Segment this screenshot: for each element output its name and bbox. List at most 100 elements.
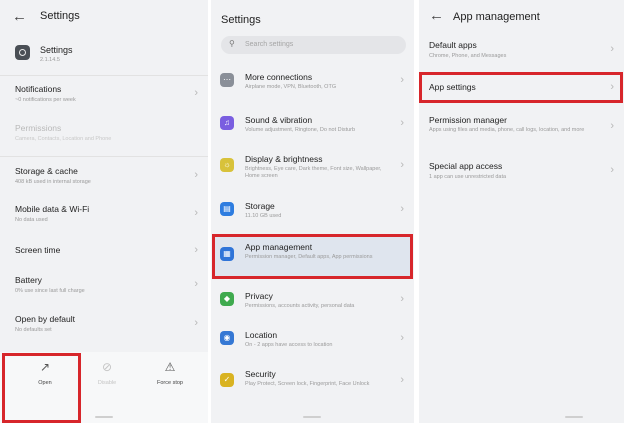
settings-item-security[interactable]: ✓ Security Play Protect, Screen lock, Fi…	[211, 367, 414, 407]
item-label: Location	[245, 330, 278, 340]
chevron-right-icon: ›	[194, 317, 198, 329]
divider	[0, 156, 208, 157]
highlight-open-button	[2, 353, 81, 423]
page-title: Settings	[221, 14, 261, 26]
home-indicator	[303, 416, 321, 418]
page-title: Settings	[40, 10, 80, 22]
item-label: Display & brightness	[245, 154, 323, 164]
divider	[0, 75, 208, 76]
chevron-right-icon: ›	[194, 87, 198, 99]
permission-manager-row[interactable]: Permission manager Apps using files and …	[419, 115, 624, 145]
item-subtitle: 11.10 GB used	[245, 213, 282, 219]
open-by-default-row[interactable]: Open by default No defaults set ›	[0, 314, 208, 346]
row-label: Storage & cache	[15, 166, 78, 176]
item-label: Sound & vibration	[245, 115, 313, 125]
disable-button: ⊘ Disable	[77, 360, 137, 386]
app-info-header: ← Settings	[0, 0, 208, 34]
item-label: Security	[245, 369, 276, 379]
screen-time-row[interactable]: Screen time ›	[0, 243, 208, 267]
row-subtitle: No defaults set	[15, 327, 52, 333]
row-label: Permission manager	[429, 115, 507, 125]
settings-item-storage[interactable]: ▤ Storage 11.10 GB used ›	[211, 199, 414, 233]
search-input[interactable]: ⚲ Search settings	[221, 36, 406, 54]
disable-icon: ⊘	[101, 360, 113, 374]
home-indicator	[565, 416, 583, 418]
settings-panel: Settings ⚲ Search settings ⋯ More connec…	[211, 0, 414, 423]
item-label: Privacy	[245, 291, 273, 301]
chevron-right-icon: ›	[610, 164, 614, 176]
settings-item-location[interactable]: ◉ Location On - 2 apps have access to lo…	[211, 328, 414, 362]
notifications-row[interactable]: Notifications ~0 notifications per week …	[0, 84, 208, 116]
back-arrow-icon[interactable]: ←	[12, 8, 27, 25]
settings-item-sound[interactable]: ♫ Sound & vibration Volume adjustment, R…	[211, 113, 414, 147]
item-subtitle: Play Protect, Screen lock, Fingerprint, …	[245, 381, 370, 387]
search-icon: ⚲	[229, 39, 235, 48]
app-info-panel: ← Settings Settings 2.1.14.5 Notificatio…	[0, 0, 208, 423]
settings-app-icon	[15, 45, 30, 60]
chevron-right-icon: ›	[400, 203, 404, 215]
row-label: Screen time	[15, 245, 61, 255]
item-label: Storage	[245, 201, 275, 211]
chevron-right-icon: ›	[194, 278, 198, 290]
disable-label: Disable	[97, 380, 117, 386]
chevron-right-icon: ›	[400, 117, 404, 129]
row-label: Mobile data & Wi-Fi	[15, 204, 90, 214]
default-apps-row[interactable]: Default apps Chrome, Phone, and Messages…	[419, 40, 624, 66]
item-label: More connections	[245, 72, 313, 82]
item-subtitle: Volume adjustment, Ringtone, Do not Dist…	[245, 127, 356, 133]
storage-cache-row[interactable]: Storage & cache 408 kB used in internal …	[0, 166, 208, 198]
row-subtitle: 408 kB used in internal storage	[15, 179, 91, 185]
row-label: Battery	[15, 275, 42, 285]
highlight-app-management	[212, 234, 413, 279]
force-stop-label: Force stop	[157, 380, 183, 386]
row-subtitle: No data used	[15, 217, 48, 223]
app-version: 2.1.14.5	[40, 57, 60, 63]
row-subtitle: Camera, Contacts, Location and Phone	[15, 136, 112, 142]
item-subtitle: Airplane mode, VPN, Bluetooth, OTG	[245, 84, 337, 90]
app-name: Settings	[40, 45, 73, 55]
item-subtitle: On - 2 apps have access to location	[245, 342, 333, 348]
privacy-icon: ◆	[220, 292, 234, 306]
battery-row[interactable]: Battery 0% use since last full charge ›	[0, 275, 208, 307]
chevron-right-icon: ›	[610, 120, 614, 132]
settings-item-display[interactable]: ☼ Display & brightness Brightness, Eye c…	[211, 152, 414, 192]
chevron-right-icon: ›	[400, 332, 404, 344]
row-subtitle: 0% use since last full charge	[15, 288, 85, 294]
row-subtitle: Chrome, Phone, and Messages	[429, 53, 507, 59]
settings-item-privacy[interactable]: ◆ Privacy Permissions, accounts activity…	[211, 289, 414, 323]
force-stop-button[interactable]: ⚠ Force stop	[140, 360, 200, 386]
row-label: Special app access	[429, 161, 503, 171]
chevron-right-icon: ›	[194, 207, 198, 219]
row-label: Permissions	[15, 123, 62, 133]
row-subtitle: ~0 notifications per week	[15, 97, 76, 103]
permissions-row: Permissions Camera, Contacts, Location a…	[0, 123, 208, 155]
back-arrow-icon[interactable]: ←	[429, 7, 444, 24]
chevron-right-icon: ›	[194, 169, 198, 181]
item-subtitle: Permissions, accounts activity, personal…	[245, 303, 355, 309]
row-label: Open by default	[15, 314, 76, 324]
row-label: Notifications	[15, 84, 62, 94]
row-label: Default apps	[429, 40, 477, 50]
special-app-access-row[interactable]: Special app access 1 app can use unrestr…	[419, 161, 624, 187]
chevron-right-icon: ›	[400, 293, 404, 305]
storage-icon: ▤	[220, 202, 234, 216]
sound-icon: ♫	[220, 116, 234, 130]
display-icon: ☼	[220, 158, 234, 172]
mobile-data-row[interactable]: Mobile data & Wi-Fi No data used ›	[0, 204, 208, 236]
location-icon: ◉	[220, 331, 234, 345]
chevron-right-icon: ›	[194, 244, 198, 256]
app-management-header: ← App management	[419, 0, 624, 34]
chevron-right-icon: ›	[400, 374, 404, 386]
chevron-right-icon: ›	[610, 43, 614, 55]
home-indicator	[95, 416, 113, 418]
security-icon: ✓	[220, 373, 234, 387]
search-placeholder: Search settings	[245, 41, 294, 48]
item-subtitle: Brightness, Eye care, Dark theme, Font s…	[245, 166, 382, 179]
more-connections-icon: ⋯	[220, 73, 234, 87]
row-subtitle: 1 app can use unrestricted data	[429, 174, 507, 180]
warning-icon: ⚠	[164, 360, 176, 374]
page-title: App management	[453, 11, 540, 23]
row-subtitle: Apps using files and media, phone, call …	[429, 127, 585, 133]
settings-item-more-connections[interactable]: ⋯ More connections Airplane mode, VPN, B…	[211, 70, 414, 104]
highlight-app-settings	[419, 72, 623, 103]
